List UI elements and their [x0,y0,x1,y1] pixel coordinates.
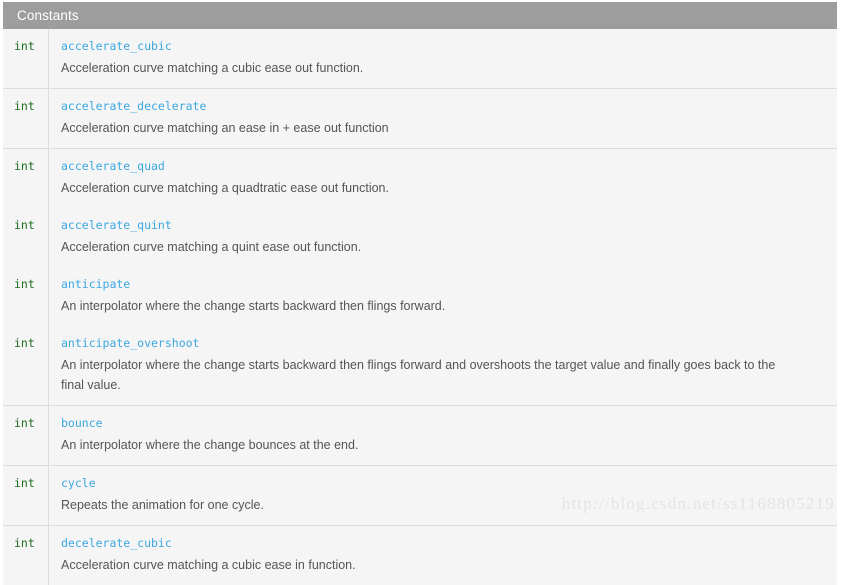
table-row: intcycleRepeats the animation for one cy… [3,466,837,526]
constant-description: An interpolator where the change starts … [61,351,801,395]
table-row: intaccelerate_quintAcceleration curve ma… [3,208,837,267]
table-row: intbounceAn interpolator where the chang… [3,406,837,466]
constant-name-link[interactable]: decelerate_cubic [61,536,825,551]
constant-type-label: int [3,416,48,430]
constant-type-label: int [3,336,48,350]
constant-name-link[interactable]: accelerate_cubic [61,39,825,54]
table-row: intdecelerate_cubicAcceleration curve ma… [3,526,837,585]
table-row: intaccelerate_quadAcceleration curve mat… [3,149,837,209]
constant-type-label: int [3,476,48,490]
constant-description: Repeats the animation for one cycle. [61,491,801,515]
constant-detail-cell: anticipateAn interpolator where the chan… [49,267,838,326]
constant-type-cell: int [3,149,49,209]
table-header-constants: Constants [3,2,837,29]
constant-type-cell: int [3,526,49,585]
constant-type-cell: int [3,267,49,326]
constant-detail-cell: anticipate_overshootAn interpolator wher… [49,326,838,406]
constant-description: Acceleration curve matching a cubic ease… [61,54,801,78]
constant-type-cell: int [3,406,49,466]
constant-name-link[interactable]: cycle [61,476,825,491]
table-header-title: Constants [17,8,79,23]
constant-type-cell: int [3,326,49,406]
constant-description: Acceleration curve matching a cubic ease… [61,551,801,575]
constant-detail-cell: cycleRepeats the animation for one cycle… [49,466,838,526]
constant-description: An interpolator where the change bounces… [61,431,801,455]
constant-detail-cell: accelerate_decelerateAcceleration curve … [49,89,838,149]
constant-name-link[interactable]: bounce [61,416,825,431]
constant-type-cell: int [3,89,49,149]
constant-detail-cell: accelerate_quintAcceleration curve match… [49,208,838,267]
constant-name-link[interactable]: accelerate_quad [61,159,825,174]
table-row: intaccelerate_decelerateAcceleration cur… [3,89,837,149]
constants-table: intaccelerate_cubicAcceleration curve ma… [3,29,837,585]
constant-name-link[interactable]: anticipate [61,277,825,292]
constants-table-body: intaccelerate_cubicAcceleration curve ma… [3,29,837,585]
constant-name-link[interactable]: anticipate_overshoot [61,336,825,351]
table-row: intanticipate_overshootAn interpolator w… [3,326,837,406]
constant-description: An interpolator where the change starts … [61,292,801,316]
constant-type-cell: int [3,208,49,267]
constants-page: Constants intaccelerate_cubicAcceleratio… [0,0,845,520]
table-row: intaccelerate_cubicAcceleration curve ma… [3,29,837,89]
constant-name-link[interactable]: accelerate_quint [61,218,825,233]
constant-type-label: int [3,159,48,173]
constant-type-cell: int [3,466,49,526]
constant-detail-cell: bounceAn interpolator where the change b… [49,406,838,466]
constant-type-label: int [3,277,48,291]
constant-name-link[interactable]: accelerate_decelerate [61,99,825,114]
constant-detail-cell: accelerate_quadAcceleration curve matchi… [49,149,838,209]
constant-type-label: int [3,99,48,113]
constant-description: Acceleration curve matching a quint ease… [61,233,801,257]
constant-description: Acceleration curve matching a quadtratic… [61,174,801,198]
constant-description: Acceleration curve matching an ease in +… [61,114,801,138]
constant-detail-cell: accelerate_cubicAcceleration curve match… [49,29,838,89]
constant-type-label: int [3,536,48,550]
constant-detail-cell: decelerate_cubicAcceleration curve match… [49,526,838,585]
table-row: intanticipateAn interpolator where the c… [3,267,837,326]
constant-type-label: int [3,218,48,232]
constant-type-label: int [3,39,48,53]
constant-type-cell: int [3,29,49,89]
